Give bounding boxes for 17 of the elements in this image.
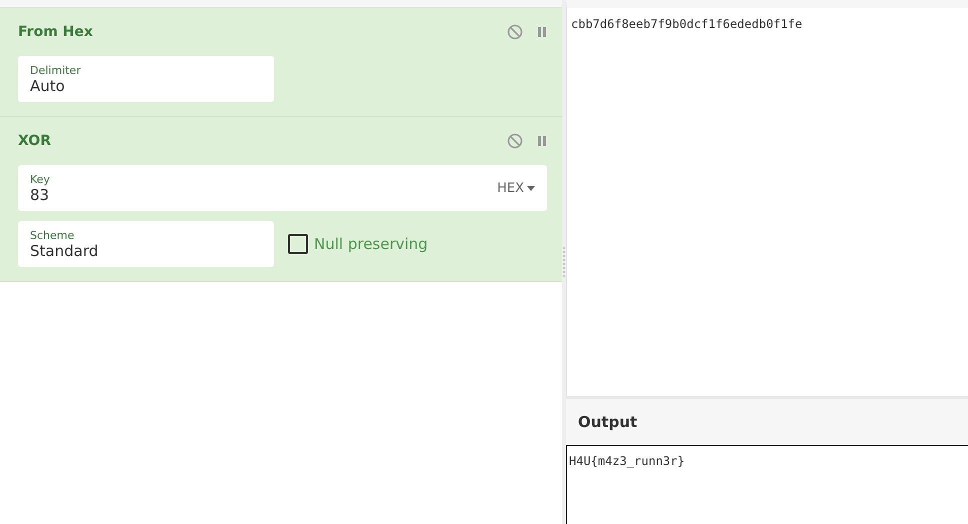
input-field[interactable]: Key 83 HEX: [18, 165, 547, 211]
disable-icon[interactable]: [507, 133, 523, 149]
operation-title: From Hex: [18, 24, 93, 40]
format-dropdown[interactable]: HEX: [497, 180, 535, 196]
pause-icon[interactable]: [537, 135, 547, 147]
operation-title: XOR: [18, 133, 51, 149]
output-area[interactable]: H4U{m4z3_runn3r}: [566, 445, 968, 524]
checkbox-label: Null preserving: [314, 235, 428, 253]
input-text: cbb7d6f8eeb7f9b0dcf1f6ededb0f1fe: [571, 17, 802, 31]
caret-icon: [527, 186, 535, 190]
input-field[interactable]: Delimiter Auto: [18, 56, 274, 102]
checkbox[interactable]: [288, 234, 308, 254]
pause-icon[interactable]: [537, 26, 547, 38]
output-title: Output: [578, 413, 638, 431]
output-text: H4U{m4z3_runn3r}: [569, 454, 685, 468]
input-field[interactable]: Scheme Standard: [18, 221, 274, 267]
disable-icon[interactable]: [507, 24, 523, 40]
